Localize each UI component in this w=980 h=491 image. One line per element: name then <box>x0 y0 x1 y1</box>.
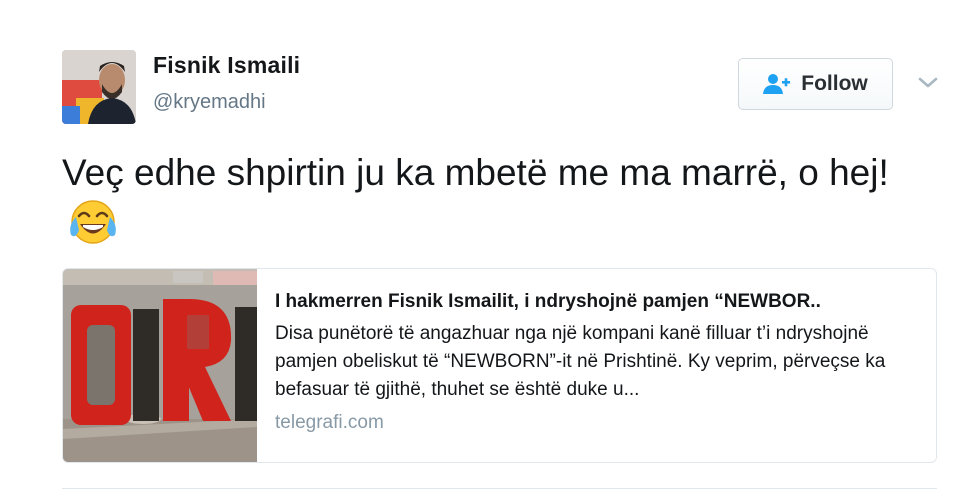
tears-of-joy-emoji-icon <box>68 197 118 247</box>
author-block: Fisnik Ismaili @kryemadhi <box>153 50 300 116</box>
card-domain[interactable]: telegrafi.com <box>275 410 930 436</box>
author-handle[interactable]: @kryemadhi <box>153 88 300 116</box>
avatar[interactable] <box>62 50 136 124</box>
add-user-icon <box>763 73 791 95</box>
card-thumbnail-image <box>63 269 257 462</box>
follow-button[interactable]: Follow <box>738 58 893 110</box>
card-description: Disa punëtorë të angazhuar nga një kompa… <box>275 323 886 400</box>
card-title[interactable]: I hakmerren Fisnik Ismailit, i ndryshojn… <box>275 289 930 315</box>
bottom-divider <box>62 488 937 489</box>
follow-label: Follow <box>801 72 868 95</box>
chevron-down-icon[interactable] <box>914 70 942 94</box>
tweet-text: Veç edhe shpirtin ju ka mbetë me ma marr… <box>62 148 942 249</box>
author-name[interactable]: Fisnik Ismaili <box>153 50 300 80</box>
tweet-text-content: Veç edhe shpirtin ju ka mbetë me ma marr… <box>62 152 889 193</box>
tweet-header: Fisnik Ismaili @kryemadhi Follow <box>62 48 952 124</box>
link-card[interactable]: I hakmerren Fisnik Ismailit, i ndryshojn… <box>62 268 937 463</box>
card-body: I hakmerren Fisnik Ismailit, i ndryshojn… <box>275 289 930 436</box>
tweet: Fisnik Ismaili @kryemadhi Follow Veç edh… <box>0 0 980 491</box>
